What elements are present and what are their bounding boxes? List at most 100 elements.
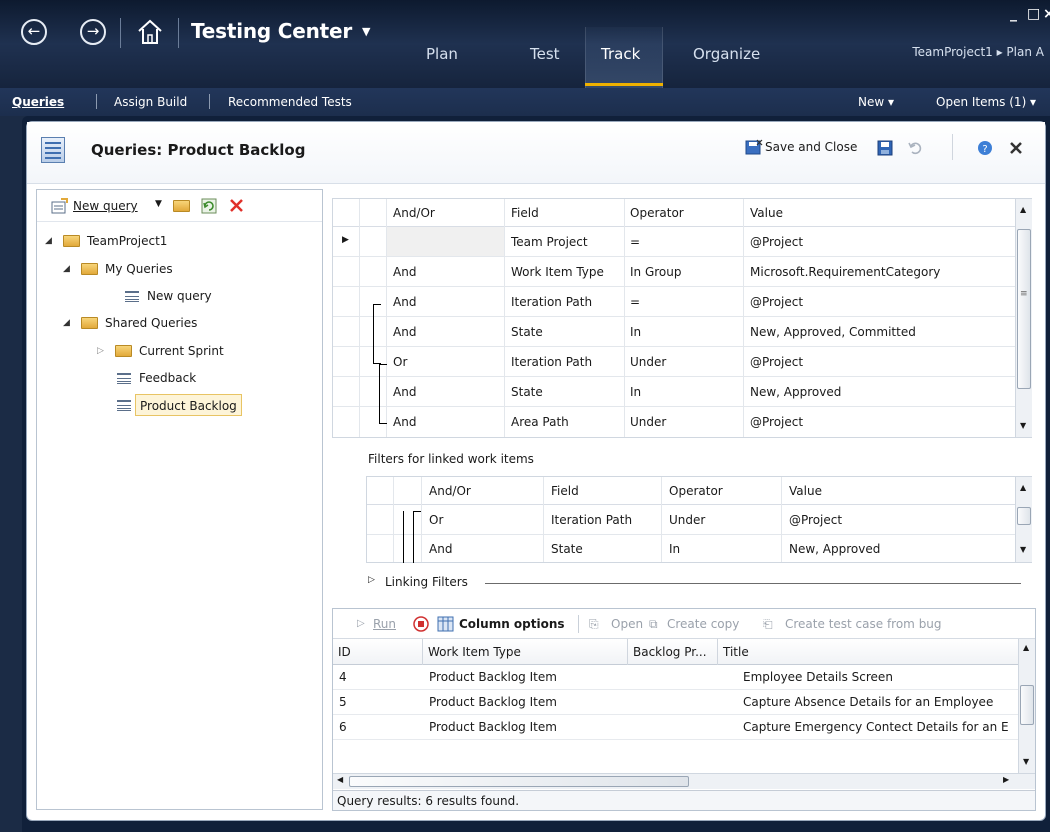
table-row[interactable]: 5 Product Backlog Item Capture Absence D… bbox=[333, 690, 1018, 715]
clause-value[interactable]: Microsoft.RequirementCategory bbox=[750, 257, 940, 287]
clause-operator[interactable]: Under bbox=[669, 505, 705, 535]
tab-plan[interactable]: Plan bbox=[426, 45, 458, 63]
tree-node-product-backlog[interactable]: Product Backlog bbox=[97, 394, 297, 416]
clause-andor[interactable]: And bbox=[393, 257, 416, 287]
run-button[interactable]: Run bbox=[373, 617, 396, 631]
scrollbar-thumb[interactable] bbox=[349, 776, 689, 787]
clause-value[interactable]: @Project bbox=[750, 407, 803, 437]
column-header-andor[interactable]: And/Or bbox=[429, 477, 539, 505]
scroll-right-icon[interactable]: ▶ bbox=[1003, 775, 1009, 784]
clause-value[interactable]: New, Approved bbox=[789, 535, 880, 563]
clause-andor[interactable]: Or bbox=[429, 505, 443, 535]
clause-row[interactable]: And Work Item Type In Group Microsoft.Re… bbox=[333, 257, 1015, 287]
clause-operator[interactable]: Under bbox=[630, 407, 666, 437]
open-button[interactable]: Open bbox=[611, 617, 643, 631]
clause-andor[interactable]: And bbox=[393, 317, 416, 347]
undo-icon[interactable] bbox=[907, 140, 923, 156]
tree-node-current-sprint[interactable]: ▷ Current Sprint bbox=[97, 340, 297, 362]
column-header-andor[interactable]: And/Or bbox=[393, 199, 503, 227]
scrollbar-thumb[interactable] bbox=[1017, 507, 1031, 525]
clause-operator[interactable]: Under bbox=[630, 347, 666, 377]
close-icon[interactable] bbox=[1008, 140, 1024, 156]
refresh-icon[interactable] bbox=[201, 198, 217, 214]
scroll-down-icon[interactable]: ▼ bbox=[1020, 545, 1026, 554]
forward-icon[interactable]: → bbox=[80, 19, 106, 45]
new-folder-icon[interactable] bbox=[173, 200, 190, 212]
clause-operator[interactable]: = bbox=[630, 287, 640, 317]
minimize-icon[interactable]: _ bbox=[1010, 6, 1017, 22]
tab-organize[interactable]: Organize bbox=[693, 45, 760, 63]
project-breadcrumb[interactable]: TeamProject1 ▸ Plan A bbox=[912, 45, 1044, 59]
expanded-arrow-icon[interactable]: ◢ bbox=[63, 312, 70, 334]
chevron-down-icon[interactable]: ▼ bbox=[155, 199, 162, 209]
scrollbar-thumb[interactable] bbox=[1020, 685, 1034, 725]
subnav-queries[interactable]: Queries bbox=[12, 95, 64, 109]
clause-value[interactable]: @Project bbox=[750, 227, 803, 257]
clause-row[interactable]: And State In New, Approved bbox=[333, 377, 1015, 407]
linked-filters-vertical-scrollbar[interactable]: ▲ ▼ bbox=[1015, 477, 1032, 562]
clause-operator[interactable]: In bbox=[630, 377, 641, 407]
clause-value[interactable]: New, Approved bbox=[750, 377, 841, 407]
new-query-button[interactable]: New query bbox=[73, 199, 138, 213]
help-icon[interactable]: ? bbox=[977, 140, 993, 156]
clause-row[interactable]: And Area Path Under @Project bbox=[333, 407, 1015, 437]
column-header-operator[interactable]: Operator bbox=[630, 199, 740, 227]
subnav-recommended-tests[interactable]: Recommended Tests bbox=[228, 95, 352, 109]
app-title[interactable]: Testing Center bbox=[191, 19, 352, 43]
clause-field[interactable]: Work Item Type bbox=[511, 257, 604, 287]
clause-field[interactable]: Iteration Path bbox=[551, 505, 632, 535]
column-header-field[interactable]: Field bbox=[511, 199, 621, 227]
create-copy-button[interactable]: Create copy bbox=[667, 617, 739, 631]
tree-node-feedback[interactable]: Feedback bbox=[97, 367, 297, 389]
clause-andor[interactable]: And bbox=[393, 377, 416, 407]
chevron-down-icon[interactable]: ▼ bbox=[362, 25, 370, 38]
column-header-value[interactable]: Value bbox=[750, 199, 950, 227]
home-icon[interactable] bbox=[136, 17, 164, 47]
stop-icon[interactable] bbox=[413, 616, 429, 632]
close-icon[interactable]: × bbox=[1043, 6, 1050, 22]
clause-field[interactable]: State bbox=[511, 377, 543, 407]
clause-field[interactable]: Iteration Path bbox=[511, 347, 592, 377]
maximize-icon[interactable]: □ bbox=[1027, 6, 1040, 22]
scroll-up-icon[interactable]: ▲ bbox=[1020, 483, 1026, 492]
clause-row[interactable]: And State In New, Approved, Committed bbox=[333, 317, 1015, 347]
subnav-assign-build[interactable]: Assign Build bbox=[114, 95, 187, 109]
column-header-title[interactable]: Title bbox=[718, 639, 1018, 665]
tree-node-new-query[interactable]: New query bbox=[97, 285, 297, 307]
results-vertical-scrollbar[interactable]: ▲ ▼ bbox=[1018, 639, 1035, 773]
clause-operator[interactable]: In bbox=[630, 317, 641, 347]
clause-field[interactable]: Iteration Path bbox=[511, 287, 592, 317]
save-and-close-button[interactable]: Save and Close bbox=[765, 140, 857, 154]
open-items-menu[interactable]: Open Items (1) ▾ bbox=[936, 95, 1036, 109]
tab-track[interactable]: Track bbox=[601, 45, 640, 63]
grouping-bracket[interactable] bbox=[413, 511, 421, 563]
clauses-vertical-scrollbar[interactable]: ▲ ≡ ▼ bbox=[1015, 199, 1032, 437]
expanded-arrow-icon[interactable]: ◢ bbox=[45, 230, 52, 252]
grouping-bracket[interactable] bbox=[379, 364, 387, 424]
scroll-up-icon[interactable]: ▲ bbox=[1023, 643, 1029, 652]
clause-operator[interactable]: In bbox=[669, 535, 680, 563]
save-icon[interactable] bbox=[877, 140, 893, 156]
results-horizontal-scrollbar[interactable]: ◀ ▶ bbox=[333, 773, 1035, 789]
scroll-down-icon[interactable]: ▼ bbox=[1020, 421, 1026, 430]
grouping-bracket[interactable] bbox=[373, 304, 381, 364]
clause-operator[interactable]: In Group bbox=[630, 257, 682, 287]
clause-value[interactable]: New, Approved, Committed bbox=[750, 317, 916, 347]
collapsed-arrow-icon[interactable]: ▷ bbox=[97, 340, 104, 362]
column-options-button[interactable]: Column options bbox=[459, 617, 565, 631]
clause-field[interactable]: State bbox=[511, 317, 543, 347]
grouping-bracket[interactable] bbox=[403, 511, 404, 563]
clause-andor[interactable]: Or bbox=[393, 347, 407, 377]
table-row[interactable]: 6 Product Backlog Item Capture Emergency… bbox=[333, 715, 1018, 740]
clause-row[interactable]: And Iteration Path = @Project bbox=[333, 287, 1015, 317]
tree-node-teamproject1[interactable]: ◢ TeamProject1 bbox=[45, 230, 305, 252]
column-header-operator[interactable]: Operator bbox=[669, 477, 779, 505]
clause-field[interactable]: Area Path bbox=[511, 407, 569, 437]
column-header-field[interactable]: Field bbox=[551, 477, 661, 505]
expanded-arrow-icon[interactable]: ◢ bbox=[63, 258, 70, 280]
scrollbar-thumb[interactable] bbox=[1017, 229, 1031, 389]
column-header-backlog-priority[interactable]: Backlog Pr... bbox=[628, 639, 718, 665]
delete-icon[interactable] bbox=[229, 198, 244, 213]
column-header-work-item-type[interactable]: Work Item Type bbox=[423, 639, 628, 665]
scroll-up-icon[interactable]: ▲ bbox=[1020, 205, 1026, 214]
